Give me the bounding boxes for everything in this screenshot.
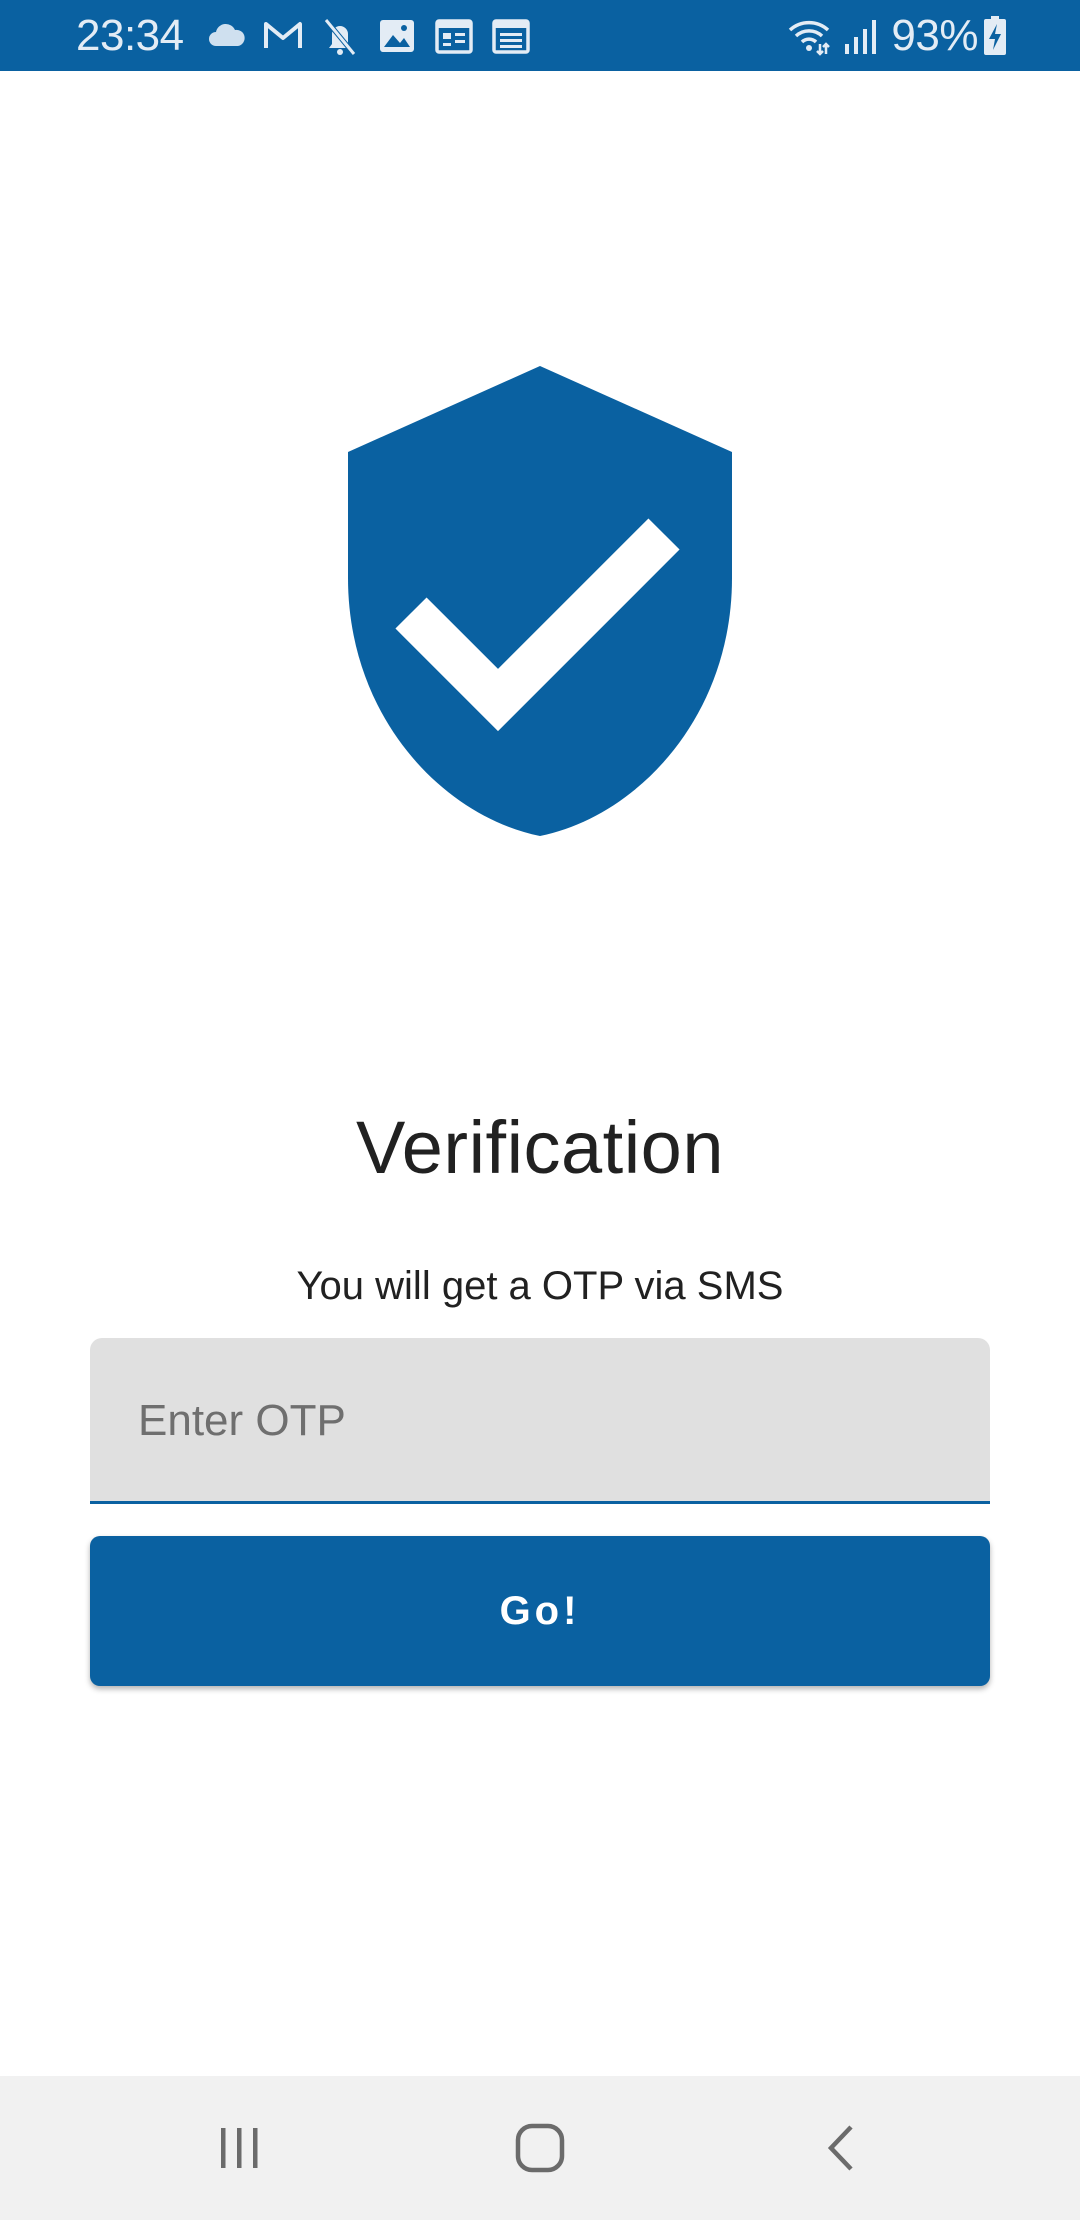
verification-screen: 23:34 93% Verification You will get a OT… — [0, 0, 1080, 2220]
signal-icon — [839, 14, 883, 58]
battery-charging-icon — [982, 14, 1008, 58]
recents-icon[interactable] — [189, 2098, 289, 2198]
notification-icons — [204, 12, 546, 60]
go-button[interactable]: Go! — [90, 1536, 990, 1686]
wifi-icon — [787, 14, 831, 58]
otp-field[interactable] — [90, 1338, 990, 1504]
calendar-icon — [432, 14, 476, 58]
page-title: Verification — [356, 1106, 724, 1189]
navigation-bar — [0, 2076, 1080, 2220]
home-icon[interactable] — [490, 2098, 590, 2198]
gmail-icon — [261, 14, 305, 58]
mute-icon — [318, 14, 362, 58]
calendar-icon — [489, 14, 533, 58]
image-icon — [375, 14, 419, 58]
battery-percent: 93% — [891, 11, 978, 60]
otp-input[interactable] — [138, 1388, 938, 1454]
otp-instructions: You will get a OTP via SMS — [296, 1264, 784, 1308]
status-bar: 23:34 93% — [0, 0, 1080, 71]
shield-check-icon — [348, 366, 732, 836]
back-icon[interactable] — [793, 2098, 893, 2198]
status-time: 23:34 — [76, 11, 184, 60]
system-status-icons: 93% — [787, 10, 1008, 62]
cloud-icon — [204, 14, 248, 58]
